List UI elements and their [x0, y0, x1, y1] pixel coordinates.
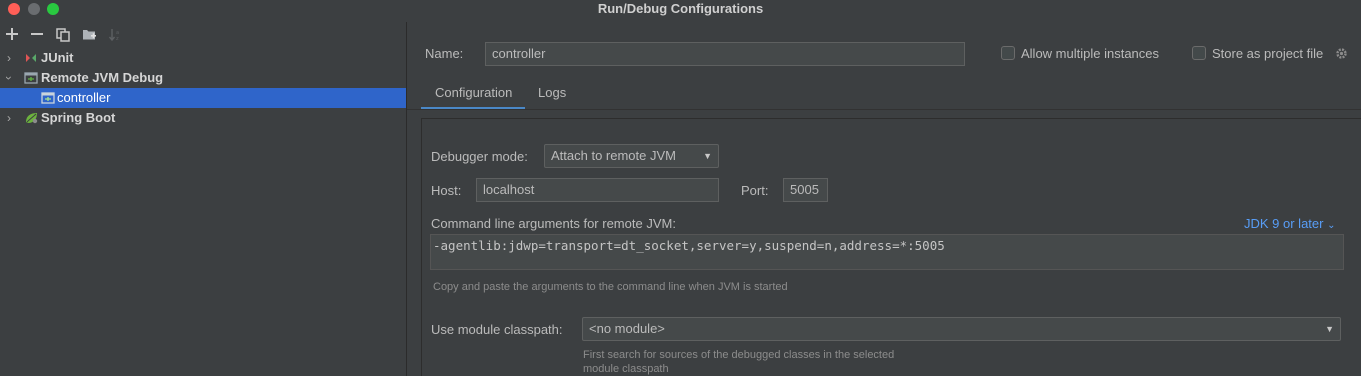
junit-icon: [24, 51, 38, 65]
cmdline-hint: Copy and paste the arguments to the comm…: [433, 281, 788, 293]
module-hint-line-2: module classpath: [583, 363, 669, 375]
tree-item-label: Remote JVM Debug: [41, 70, 164, 85]
dropdown-arrow-icon: ▼: [703, 151, 712, 161]
tree-item-controller[interactable]: controller: [0, 88, 406, 108]
module-classpath-value: <no module>: [589, 321, 665, 336]
module-classpath-label: Use module classpath:: [431, 322, 563, 337]
store-as-file-label[interactable]: Store as project file: [1212, 46, 1323, 61]
tab-configuration[interactable]: Configuration: [421, 80, 525, 110]
allow-multiple-label[interactable]: Allow multiple instances: [1021, 46, 1159, 61]
chevron-down-icon[interactable]: ›: [0, 72, 19, 84]
tree-item-label: JUnit: [41, 50, 74, 65]
port-label: Port:: [741, 183, 769, 198]
jdk-version-link-text: JDK 9 or later: [1244, 216, 1324, 231]
store-as-file-checkbox[interactable]: [1192, 46, 1206, 60]
allow-multiple-checkbox[interactable]: [1001, 46, 1015, 60]
name-label: Name:: [425, 46, 464, 61]
port-input[interactable]: 5005: [783, 178, 828, 202]
chevron-right-icon[interactable]: ›: [3, 48, 15, 68]
sort-icon[interactable]: az: [106, 25, 124, 45]
debugger-mode-value: Attach to remote JVM: [551, 148, 676, 163]
gear-icon[interactable]: [1335, 47, 1348, 63]
host-label: Host:: [431, 183, 462, 198]
plus-icon[interactable]: [3, 25, 21, 45]
tree-item-spring-boot[interactable]: › Spring Boot: [0, 108, 406, 128]
remote-debug-icon: [24, 71, 38, 85]
configuration-panel: Debugger mode: Attach to remote JVM ▼ Ho…: [421, 118, 1361, 376]
configuration-editor: Name: controller Allow multiple instance…: [407, 22, 1361, 376]
tree-item-junit[interactable]: › JUnit: [0, 48, 406, 68]
tree-item-remote-jvm-debug[interactable]: › Remote JVM Debug: [0, 68, 406, 88]
svg-text:z: z: [116, 36, 119, 42]
window-title: Run/Debug Configurations: [597, 1, 764, 16]
sidebar-toolbar: az: [0, 25, 406, 45]
debugger-mode-label: Debugger mode:: [431, 149, 528, 164]
copy-icon[interactable]: [54, 25, 72, 45]
spring-boot-icon: [24, 111, 38, 125]
chevron-right-icon[interactable]: ›: [3, 108, 15, 128]
title-bar: Run/Debug Configurations: [0, 0, 1361, 18]
remote-config-icon: [41, 91, 55, 105]
new-folder-icon[interactable]: [80, 25, 98, 45]
cmdline-args-textarea[interactable]: -agentlib:jdwp=transport=dt_socket,serve…: [430, 234, 1344, 270]
module-hint-line-1: First search for sources of the debugged…: [583, 349, 895, 361]
tabs-divider: [407, 109, 1361, 110]
debugger-mode-select[interactable]: Attach to remote JVM ▼: [544, 144, 719, 168]
chevron-down-icon: ⌄: [1327, 220, 1336, 231]
dropdown-arrow-icon: ▼: [1325, 324, 1334, 334]
tree-item-label: Spring Boot: [41, 110, 116, 125]
tab-logs[interactable]: Logs: [538, 80, 566, 110]
minus-icon[interactable]: [28, 25, 46, 45]
jdk-version-link[interactable]: JDK 9 or later ⌄: [1244, 216, 1336, 231]
cmdline-label: Command line arguments for remote JVM:: [431, 216, 676, 231]
name-input[interactable]: controller: [485, 42, 965, 66]
tree-item-label: controller: [57, 90, 111, 105]
module-classpath-select[interactable]: <no module> ▼: [582, 317, 1341, 341]
host-input[interactable]: localhost: [476, 178, 719, 202]
configurations-sidebar: az › JUnit › Remote JVM Debug controller: [0, 22, 406, 376]
